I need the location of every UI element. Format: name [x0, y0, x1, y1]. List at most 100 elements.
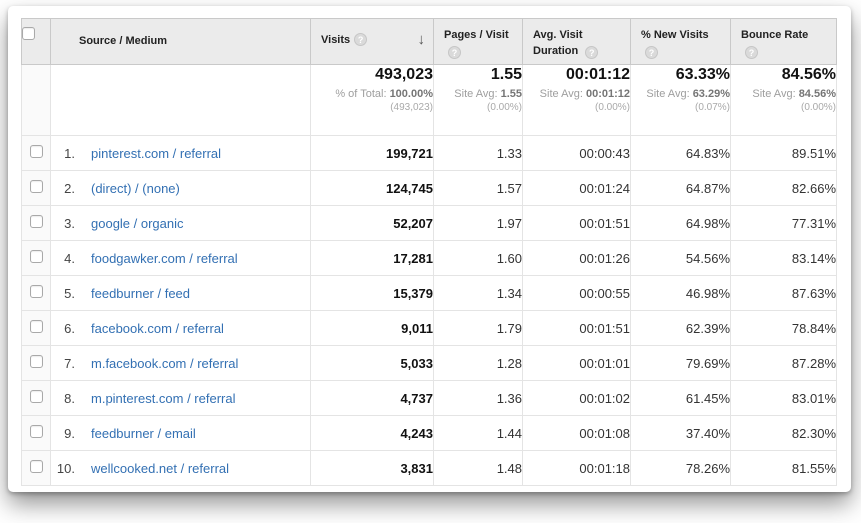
- row-checkbox[interactable]: [30, 215, 43, 228]
- table-row: 9.feedburner / email 4,243 1.44 00:01:08…: [22, 416, 837, 451]
- table-row: 6.facebook.com / referral 9,011 1.79 00:…: [22, 311, 837, 346]
- bounce-rate-value: 78.84%: [731, 311, 837, 346]
- pages-per-visit-value: 1.28: [434, 346, 523, 381]
- row-rank: 4.: [51, 251, 75, 266]
- help-icon[interactable]: ?: [354, 33, 367, 46]
- avg-visit-duration-value: 00:01:51: [523, 206, 631, 241]
- totals-source-cell: [51, 65, 311, 136]
- pages-per-visit-value: 1.60: [434, 241, 523, 276]
- avg-visit-duration-value: 00:01:51: [523, 311, 631, 346]
- row-rank: 9.: [51, 426, 75, 441]
- bounce-rate-value: 82.66%: [731, 171, 837, 206]
- total-pages-value: 1.55: [434, 65, 522, 85]
- totals-duration-cell: 00:01:12 Site Avg: 00:01:12 (0.00%): [523, 65, 631, 136]
- pages-per-visit-value: 1.34: [434, 276, 523, 311]
- avg-visit-duration-value: 00:01:26: [523, 241, 631, 276]
- source-medium-link[interactable]: google / organic: [91, 216, 184, 231]
- visits-value: 4,243: [311, 416, 434, 451]
- source-medium-link[interactable]: m.pinterest.com / referral: [91, 391, 236, 406]
- totals-row: 493,023 % of Total: 100.00% (493,023) 1.…: [22, 65, 837, 136]
- row-rank: 3.: [51, 216, 75, 231]
- source-medium-link[interactable]: feedburner / feed: [91, 286, 190, 301]
- column-header-avg-visit-duration[interactable]: Avg. Visit Duration ?: [523, 19, 631, 65]
- new-visits-value: 37.40%: [631, 416, 731, 451]
- row-rank: 8.: [51, 391, 75, 406]
- row-checkbox[interactable]: [30, 390, 43, 403]
- table-row: 4.foodgawker.com / referral 17,281 1.60 …: [22, 241, 837, 276]
- new-visits-value: 64.83%: [631, 136, 731, 171]
- new-visits-value: 54.56%: [631, 241, 731, 276]
- table-row: 2.(direct) / (none) 124,745 1.57 00:01:2…: [22, 171, 837, 206]
- new-visits-value: 61.45%: [631, 381, 731, 416]
- avg-visit-duration-value: 00:01:18: [523, 451, 631, 486]
- row-checkbox[interactable]: [30, 460, 43, 473]
- new-visits-value: 64.98%: [631, 206, 731, 241]
- visits-value: 52,207: [311, 206, 434, 241]
- source-medium-link[interactable]: wellcooked.net / referral: [91, 461, 229, 476]
- row-checkbox[interactable]: [30, 250, 43, 263]
- row-checkbox[interactable]: [30, 320, 43, 333]
- source-medium-link[interactable]: feedburner / email: [91, 426, 196, 441]
- pages-per-visit-value: 1.44: [434, 416, 523, 451]
- sort-descending-icon: ↓: [418, 31, 426, 48]
- pages-per-visit-label: Pages / Visit: [444, 29, 509, 41]
- row-rank: 2.: [51, 181, 75, 196]
- row-checkbox[interactable]: [30, 145, 43, 158]
- pages-per-visit-value: 1.48: [434, 451, 523, 486]
- column-header-visits[interactable]: Visits ? ↓: [311, 19, 434, 65]
- totals-pages-cell: 1.55 Site Avg: 1.55 (0.00%): [434, 65, 523, 136]
- source-medium-link[interactable]: (direct) / (none): [91, 181, 180, 196]
- avg-visit-duration-value: 00:01:02: [523, 381, 631, 416]
- avg-visit-duration-value: 00:01:01: [523, 346, 631, 381]
- table-row: 3.google / organic 52,207 1.97 00:01:51 …: [22, 206, 837, 241]
- totals-new-visits-cell: 63.33% Site Avg: 63.29% (0.07%): [631, 65, 731, 136]
- help-icon[interactable]: ?: [645, 46, 658, 59]
- pages-per-visit-value: 1.36: [434, 381, 523, 416]
- visits-label: Visits: [321, 34, 350, 46]
- bounce-rate-value: 83.01%: [731, 381, 837, 416]
- visits-value: 3,831: [311, 451, 434, 486]
- visits-value: 9,011: [311, 311, 434, 346]
- total-bounce-value: 84.56%: [731, 65, 836, 85]
- help-icon[interactable]: ?: [585, 46, 598, 59]
- bounce-rate-value: 87.63%: [731, 276, 837, 311]
- row-rank: 6.: [51, 321, 75, 336]
- visits-value: 17,281: [311, 241, 434, 276]
- source-medium-link[interactable]: m.facebook.com / referral: [91, 356, 238, 371]
- help-icon[interactable]: ?: [448, 46, 461, 59]
- column-header-new-visits[interactable]: % New Visits ?: [631, 19, 731, 65]
- source-medium-link[interactable]: pinterest.com / referral: [91, 146, 221, 161]
- table-row: 5.feedburner / feed 15,379 1.34 00:00:55…: [22, 276, 837, 311]
- table-header-row: Source / Medium Visits ? ↓ Pages / Visit…: [22, 19, 837, 65]
- total-visits-subvalue: (493,023): [311, 102, 433, 114]
- new-visits-value: 64.87%: [631, 171, 731, 206]
- avg-visit-duration-label: Avg. Visit Duration: [533, 29, 583, 57]
- visits-value: 4,737: [311, 381, 434, 416]
- column-header-source-medium[interactable]: Source / Medium: [51, 19, 311, 65]
- column-header-bounce-rate[interactable]: Bounce Rate ?: [731, 19, 837, 65]
- row-checkbox[interactable]: [30, 425, 43, 438]
- select-all-checkbox[interactable]: [22, 27, 35, 40]
- column-header-pages-per-visit[interactable]: Pages / Visit ?: [434, 19, 523, 65]
- new-visits-value: 78.26%: [631, 451, 731, 486]
- totals-visits-cell: 493,023 % of Total: 100.00% (493,023): [311, 65, 434, 136]
- new-visits-value: 79.69%: [631, 346, 731, 381]
- visits-value: 124,745: [311, 171, 434, 206]
- row-checkbox[interactable]: [30, 180, 43, 193]
- row-checkbox[interactable]: [30, 285, 43, 298]
- visits-value: 5,033: [311, 346, 434, 381]
- new-visits-value: 62.39%: [631, 311, 731, 346]
- bounce-rate-value: 81.55%: [731, 451, 837, 486]
- bounce-rate-value: 83.14%: [731, 241, 837, 276]
- help-icon[interactable]: ?: [745, 46, 758, 59]
- visits-value: 199,721: [311, 136, 434, 171]
- row-checkbox[interactable]: [30, 355, 43, 368]
- source-medium-link[interactable]: foodgawker.com / referral: [91, 251, 238, 266]
- bounce-rate-value: 87.28%: [731, 346, 837, 381]
- visits-value: 15,379: [311, 276, 434, 311]
- source-medium-link[interactable]: facebook.com / referral: [91, 321, 224, 336]
- table-row: 7.m.facebook.com / referral 5,033 1.28 0…: [22, 346, 837, 381]
- bounce-rate-value: 89.51%: [731, 136, 837, 171]
- table-row: 8.m.pinterest.com / referral 4,737 1.36 …: [22, 381, 837, 416]
- table-row: 1.pinterest.com / referral 199,721 1.33 …: [22, 136, 837, 171]
